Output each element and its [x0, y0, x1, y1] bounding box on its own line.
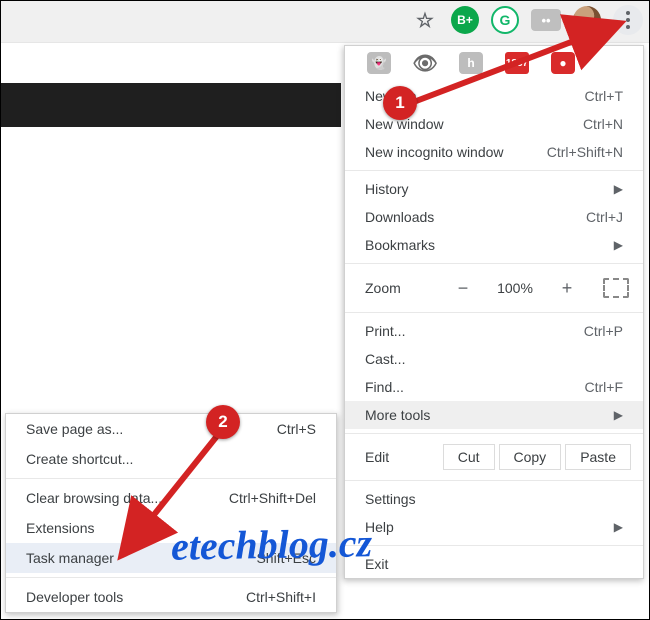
zoom-in-button[interactable]: +: [551, 274, 583, 302]
submenu-separator: [6, 577, 336, 578]
zoom-value: 100%: [489, 280, 541, 296]
zoom-label: Zoom: [365, 280, 437, 296]
menu-label: Print...: [365, 323, 405, 339]
extension-h-icon[interactable]: h: [459, 52, 483, 74]
menu-label: History: [365, 181, 409, 197]
submenu-item-developer-tools[interactable]: Developer tools Ctrl+Shift+I: [6, 582, 336, 612]
submenu-label: Create shortcut...: [26, 451, 133, 467]
menu-label: Exit: [365, 556, 388, 572]
menu-item-print[interactable]: Print... Ctrl+P: [345, 317, 643, 345]
menu-shortcut: Ctrl+P: [584, 323, 623, 339]
menu-separator: [345, 545, 643, 546]
chrome-main-menu: 👻 👁 h 1857 ● New tab Ctrl+T New window C…: [344, 45, 644, 579]
menu-label: Cast...: [365, 351, 405, 367]
annotation-step-1: 1: [383, 86, 417, 120]
kebab-dot-icon: [626, 18, 630, 22]
submenu-label: Developer tools: [26, 589, 123, 605]
extension-rss-icon[interactable]: ●: [551, 52, 575, 74]
edit-label: Edit: [365, 449, 413, 465]
menu-shortcut: Ctrl+Shift+N: [547, 144, 623, 160]
submenu-item-clear-browsing[interactable]: Clear browsing data... Ctrl+Shift+Del: [6, 483, 336, 513]
annotation-step-2: 2: [206, 405, 240, 439]
extension-grammarly-icon[interactable]: G: [491, 6, 519, 34]
edit-cut-button[interactable]: Cut: [443, 444, 495, 470]
submenu-separator: [6, 478, 336, 479]
edit-copy-button[interactable]: Copy: [499, 444, 562, 470]
fullscreen-icon[interactable]: [603, 278, 629, 298]
kebab-dot-icon: [626, 11, 630, 15]
menu-separator: [345, 170, 643, 171]
menu-item-settings[interactable]: Settings: [345, 485, 643, 513]
chevron-right-icon: ▶: [614, 238, 623, 252]
menu-label: More tools: [365, 407, 430, 423]
menu-item-more-tools[interactable]: More tools ▶: [345, 401, 643, 429]
kebab-dot-icon: [626, 25, 630, 29]
menu-item-downloads[interactable]: Downloads Ctrl+J: [345, 203, 643, 231]
profile-avatar[interactable]: [573, 6, 601, 34]
screenshot-frame: ☆ B+ G •• 👻 👁 h 1857 ● New tab Ctrl+T: [0, 0, 650, 620]
submenu-shortcut: Ctrl+Shift+I: [246, 589, 316, 605]
submenu-shortcut: Shift+Esc: [256, 550, 316, 566]
chevron-right-icon: ▶: [614, 408, 623, 422]
chrome-menu-button[interactable]: [613, 5, 643, 35]
page-dark-band: [1, 83, 341, 127]
submenu-item-extensions[interactable]: Extensions: [6, 513, 336, 543]
browser-toolbar: ☆ B+ G ••: [1, 1, 649, 43]
menu-extension-row: 👻 👁 h 1857 ●: [345, 46, 643, 82]
menu-separator: [345, 480, 643, 481]
chevron-right-icon: ▶: [614, 520, 623, 534]
menu-item-find[interactable]: Find... Ctrl+F: [345, 373, 643, 401]
menu-item-history[interactable]: History ▶: [345, 175, 643, 203]
extension-box-icon[interactable]: ••: [531, 9, 561, 31]
bookmark-star-icon[interactable]: ☆: [411, 6, 439, 34]
submenu-shortcut: Ctrl+Shift+Del: [229, 490, 316, 506]
menu-label: Bookmarks: [365, 237, 435, 253]
more-tools-submenu: Save page as... Ctrl+S Create shortcut..…: [5, 413, 337, 613]
submenu-label: Clear browsing data...: [26, 490, 162, 506]
extension-privacy-eye-icon[interactable]: 👁: [413, 52, 437, 74]
submenu-item-create-shortcut[interactable]: Create shortcut...: [6, 444, 336, 474]
menu-shortcut: Ctrl+N: [583, 116, 623, 132]
menu-label: Downloads: [365, 209, 434, 225]
extension-gmail-icon[interactable]: 1857: [505, 52, 529, 74]
edit-paste-button[interactable]: Paste: [565, 444, 631, 470]
menu-item-bookmarks[interactable]: Bookmarks ▶: [345, 231, 643, 259]
menu-label: Help: [365, 519, 394, 535]
menu-item-exit[interactable]: Exit: [345, 550, 643, 578]
submenu-shortcut: Ctrl+S: [277, 421, 316, 437]
toolbar-extensions-area: ☆ B+ G ••: [411, 5, 643, 35]
submenu-label: Save page as...: [26, 421, 123, 437]
menu-shortcut: Ctrl+J: [586, 209, 623, 225]
menu-label: Find...: [365, 379, 404, 395]
menu-shortcut: Ctrl+T: [585, 88, 624, 104]
submenu-item-save-page[interactable]: Save page as... Ctrl+S: [6, 414, 336, 444]
menu-label: Settings: [365, 491, 416, 507]
menu-item-help[interactable]: Help ▶: [345, 513, 643, 541]
menu-separator: [345, 263, 643, 264]
extension-ghostery-icon[interactable]: 👻: [367, 52, 391, 74]
menu-item-incognito[interactable]: New incognito window Ctrl+Shift+N: [345, 138, 643, 166]
chevron-right-icon: ▶: [614, 182, 623, 196]
menu-shortcut: Ctrl+F: [585, 379, 624, 395]
menu-zoom-row: Zoom − 100% +: [345, 268, 643, 308]
menu-edit-row: Edit Cut Copy Paste: [345, 438, 643, 476]
menu-separator: [345, 433, 643, 434]
submenu-label: Extensions: [26, 520, 94, 536]
zoom-out-button[interactable]: −: [447, 274, 479, 302]
menu-item-cast[interactable]: Cast...: [345, 345, 643, 373]
menu-separator: [345, 312, 643, 313]
menu-label: New incognito window: [365, 144, 504, 160]
submenu-item-task-manager[interactable]: Task manager Shift+Esc: [6, 543, 336, 573]
extension-bplus-icon[interactable]: B+: [451, 6, 479, 34]
submenu-label: Task manager: [26, 550, 114, 566]
